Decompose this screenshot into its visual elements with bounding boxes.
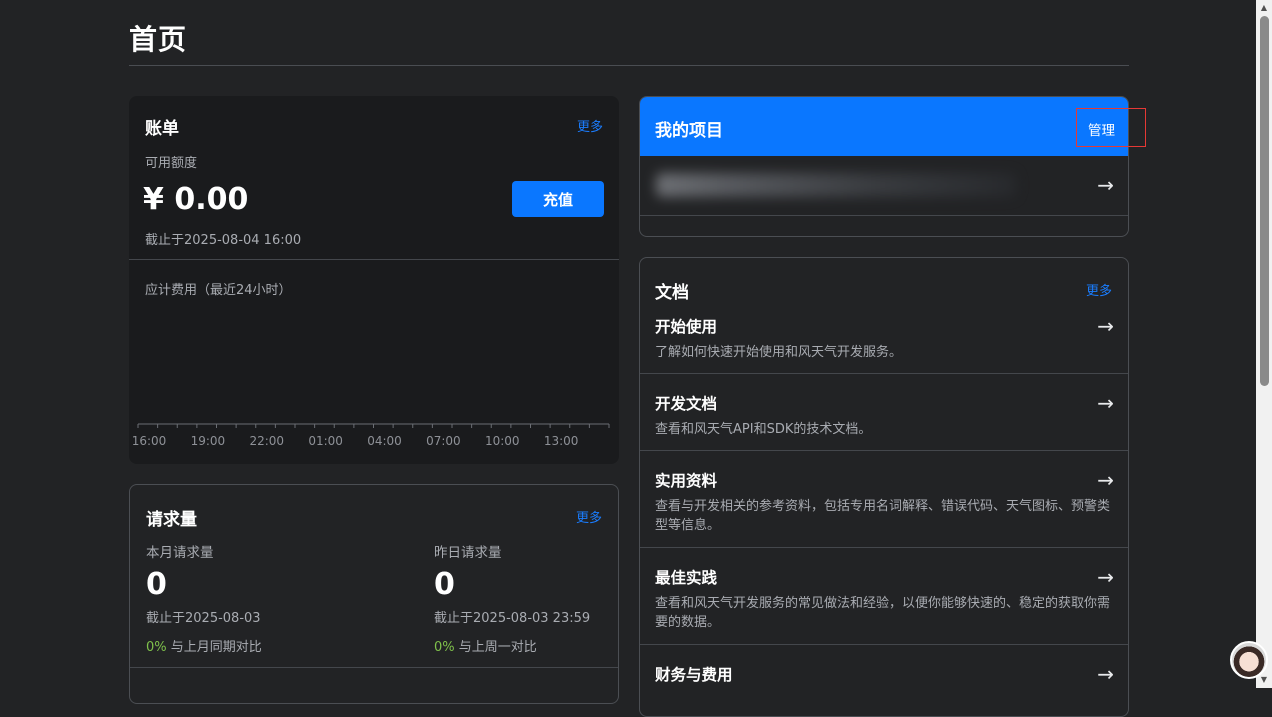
doc-item-references[interactable]: 实用资料 → 查看与开发相关的参考资料，包括专用名词解释、错误代码、天气图标、预…: [640, 451, 1128, 548]
arrow-right-icon: →: [1097, 468, 1114, 492]
doc-item-dev-docs[interactable]: 开发文档 → 查看和风天气API和SDK的技术文档。: [640, 374, 1128, 451]
available-credit-label: 可用额度: [145, 156, 198, 171]
yesterday-requests-compare: 0% 与上周一对比: [434, 636, 590, 655]
monthly-requests: 本月请求量 0 截止于2025-08-03 0% 与上月同期对比: [146, 541, 262, 655]
doc-item-title: 实用资料: [655, 472, 718, 490]
doc-item-desc: 了解如何快速开始使用和风天气开发服务。: [655, 345, 903, 360]
projects-divider: [640, 215, 1128, 216]
requests-more-link[interactable]: 更多: [576, 507, 602, 526]
home-page: 首页 账单 更多 可用额度 ¥ 0.00 充值 截止于2025-08-04 16…: [0, 0, 1272, 717]
scrollbar-thumb[interactable]: [1260, 16, 1269, 386]
x-tick-label: 16:00: [132, 434, 167, 448]
arrow-right-icon: →: [1097, 391, 1114, 415]
monthly-requests-pct: 0%: [146, 640, 167, 655]
requests-title: 请求量: [146, 510, 197, 530]
monthly-requests-value: 0: [146, 567, 167, 602]
projects-header: 我的项目 管理: [640, 97, 1128, 156]
accrued-fee-label: 应计费用（最近24小时）: [145, 283, 292, 298]
doc-item-desc: 查看和风天气开发服务的常见做法和经验，以便你能够快速的、稳定的获取你需要的数据。: [655, 596, 1111, 630]
project-row[interactable]: →: [640, 157, 1128, 215]
title-divider: [129, 65, 1129, 66]
billing-title: 账单: [145, 119, 179, 139]
balance-amount: ¥ 0.00: [143, 182, 249, 217]
doc-item-title: 最佳实践: [655, 569, 718, 587]
doc-item-getting-started[interactable]: 开始使用 → 了解如何快速开始使用和风天气开发服务。: [640, 314, 1128, 374]
yesterday-requests: 昨日请求量 0 截止于2025-08-03 23:59 0% 与上周一对比: [434, 541, 590, 655]
assistant-avatar[interactable]: [1230, 641, 1268, 679]
yesterday-requests-compare-text: 与上周一对比: [458, 640, 537, 655]
scroll-up-icon[interactable]: ▲: [1258, 2, 1270, 14]
x-tick-label: 10:00: [485, 434, 520, 448]
manage-projects-link[interactable]: 管理: [1088, 119, 1115, 139]
x-tick-label: 04:00: [367, 434, 402, 448]
projects-card: 我的项目 管理 →: [639, 96, 1129, 237]
doc-item-desc: 查看和风天气API和SDK的技术文档。: [655, 422, 872, 437]
x-tick-label: 07:00: [426, 434, 461, 448]
yesterday-requests-pct: 0%: [434, 640, 455, 655]
monthly-requests-compare: 0% 与上月同期对比: [146, 636, 262, 655]
balance-as-of: 截止于2025-08-04 16:00: [145, 233, 302, 248]
yesterday-requests-value: 0: [434, 567, 455, 602]
x-tick-label: 19:00: [191, 434, 226, 448]
docs-more-link[interactable]: 更多: [1086, 280, 1112, 299]
arrow-right-icon: →: [1097, 565, 1114, 589]
requests-card: 请求量 更多 本月请求量 0 截止于2025-08-03 0% 与上月同期对比 …: [129, 484, 619, 704]
monthly-requests-as-of: 截止于2025-08-03: [146, 611, 261, 626]
yesterday-requests-as-of: 截止于2025-08-03 23:59: [434, 611, 591, 626]
docs-card: 文档 更多 开始使用 → 了解如何快速开始使用和风天气开发服务。 开发文档 → …: [639, 257, 1129, 717]
arrow-right-icon: →: [1097, 173, 1114, 197]
doc-item-title: 财务与费用: [655, 666, 733, 684]
x-tick-label: 13:00: [544, 434, 579, 448]
doc-item-title: 开始使用: [655, 318, 718, 336]
billing-more-link[interactable]: 更多: [577, 116, 603, 135]
scroll-down-icon[interactable]: ▼: [1258, 674, 1270, 686]
arrow-right-icon: →: [1097, 662, 1114, 686]
monthly-requests-label: 本月请求量: [146, 545, 214, 561]
doc-item-finance[interactable]: 财务与费用 →: [640, 645, 1128, 705]
arrow-right-icon: →: [1097, 314, 1114, 338]
docs-title: 文档: [655, 283, 689, 303]
requests-divider: [130, 667, 618, 668]
doc-item-best-practices[interactable]: 最佳实践 → 查看和风天气开发服务的常见做法和经验，以便你能够快速的、稳定的获取…: [640, 548, 1128, 645]
accrued-fee-chart: 16:00 19:00 22:00 01:00 04:00 07:00 10:00 13:00: [132, 423, 610, 448]
page-title: 首页: [129, 23, 188, 56]
projects-title: 我的项目: [655, 121, 723, 141]
monthly-requests-compare-text: 与上月同期对比: [170, 640, 262, 655]
recharge-button[interactable]: 充值: [512, 181, 604, 217]
x-tick-label: 01:00: [308, 434, 343, 448]
project-name-blurred: [656, 173, 1016, 197]
doc-item-desc: 查看与开发相关的参考资料，包括专用名词解释、错误代码、天气图标、预警类型等信息。: [655, 499, 1111, 533]
billing-card: 账单 更多 可用额度 ¥ 0.00 充值 截止于2025-08-04 16:00…: [129, 96, 619, 464]
doc-item-title: 开发文档: [655, 395, 718, 413]
yesterday-requests-label: 昨日请求量: [434, 545, 502, 561]
billing-divider: [129, 259, 619, 260]
x-tick-label: 22:00: [249, 434, 284, 448]
